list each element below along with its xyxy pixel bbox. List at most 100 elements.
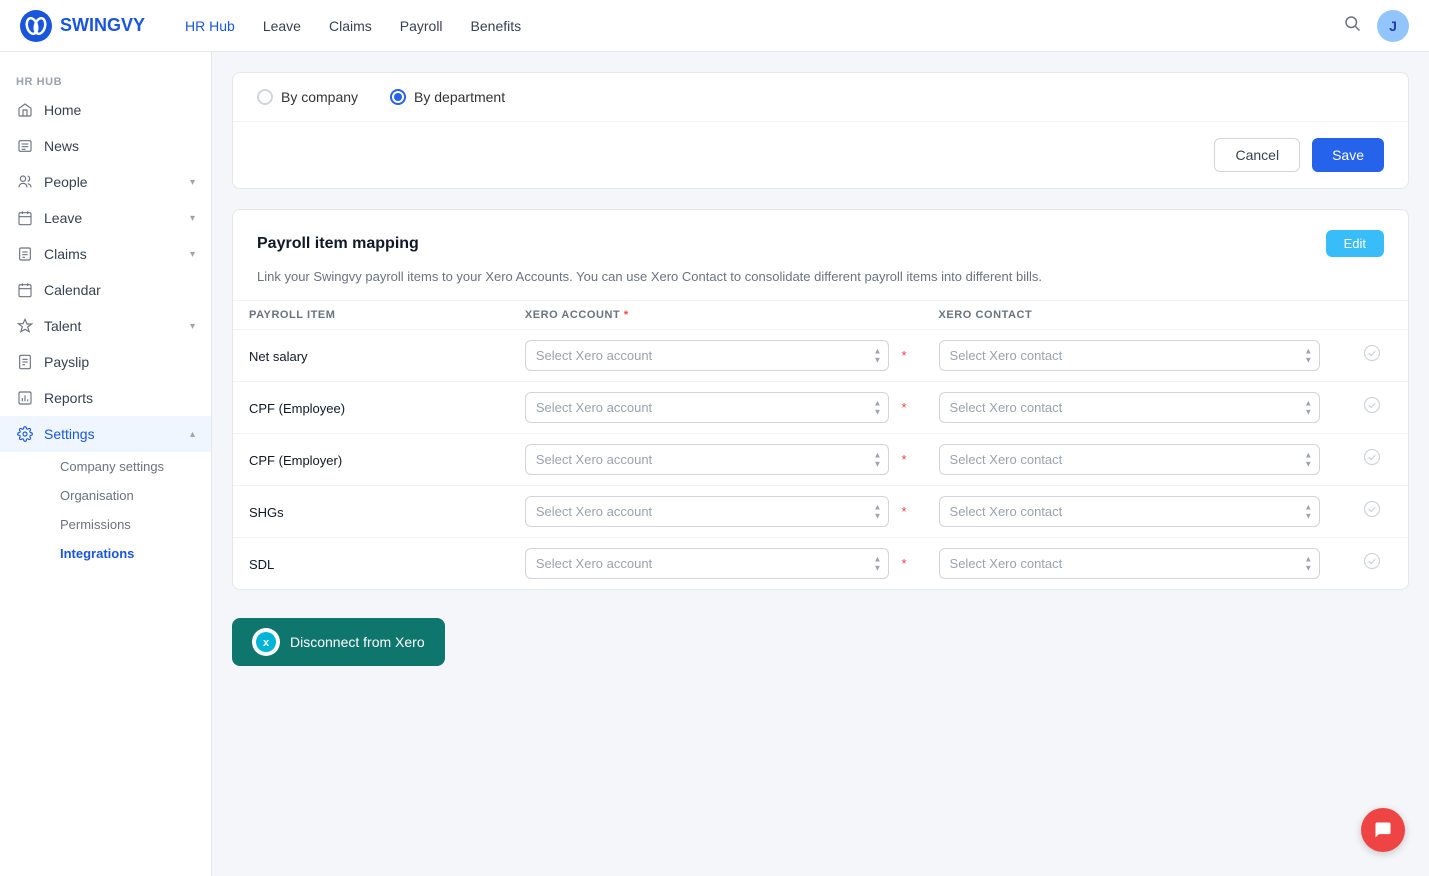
by-company-option[interactable]: By company: [257, 89, 358, 105]
payroll-mapping-card: Payroll item mapping Edit Link your Swin…: [232, 209, 1409, 590]
required-indicator: *: [901, 452, 906, 467]
sidebar-item-permissions[interactable]: Permissions: [44, 510, 211, 539]
search-button[interactable]: [1343, 14, 1361, 37]
col-header-xero-account: XERO ACCOUNT *: [509, 301, 923, 330]
news-icon: [16, 137, 34, 155]
nav-leave[interactable]: Leave: [263, 18, 301, 34]
table-row: CPF (Employee) Select Xero account ▲▼ *: [233, 382, 1408, 434]
top-nav: SWINGVY HR Hub Leave Claims Payroll Bene…: [0, 0, 1429, 52]
nav-payroll[interactable]: Payroll: [400, 18, 443, 34]
disconnect-label: Disconnect from Xero: [290, 634, 425, 650]
by-department-label: By department: [414, 89, 505, 105]
sidebar-item-integrations[interactable]: Integrations: [44, 539, 211, 568]
layout: HR HUB Home News People ▾: [0, 52, 1429, 876]
sidebar-item-reports-label: Reports: [44, 390, 93, 406]
sidebar-item-people-label: People: [44, 174, 88, 190]
sidebar-item-reports[interactable]: Reports: [0, 380, 211, 416]
people-chevron-icon: ▾: [190, 177, 195, 188]
row-check-icon: [1352, 447, 1392, 472]
sidebar-item-claims[interactable]: Claims ▾: [0, 236, 211, 272]
xero-contact-select-2[interactable]: Select Xero contact: [939, 444, 1321, 475]
xero-account-select-2[interactable]: Select Xero account: [525, 444, 890, 475]
xero-logo-icon: x: [256, 632, 276, 652]
row-check-icon: [1352, 551, 1392, 576]
required-indicator: *: [901, 400, 906, 415]
nav-benefits[interactable]: Benefits: [471, 18, 522, 34]
sidebar-item-organisation[interactable]: Organisation: [44, 481, 211, 510]
by-company-label: By company: [281, 89, 358, 105]
logo-text: SWINGVY: [60, 15, 145, 36]
sidebar-item-payslip[interactable]: Payslip: [0, 344, 211, 380]
talent-icon: [16, 317, 34, 335]
row-check-icon: [1352, 395, 1392, 420]
settings-chevron-icon: ▴: [190, 429, 195, 440]
xero-account-select-1[interactable]: Select Xero account: [525, 392, 890, 423]
by-company-radio[interactable]: [257, 89, 273, 105]
talent-chevron-icon: ▾: [190, 321, 195, 332]
settings-submenu: Company settings Organisation Permission…: [0, 452, 211, 568]
sidebar-item-news[interactable]: News: [0, 128, 211, 164]
logo[interactable]: SWINGVY: [20, 10, 145, 42]
xero-account-select-4[interactable]: Select Xero account: [525, 548, 890, 579]
mapping-title: Payroll item mapping: [257, 235, 419, 253]
svg-text:x: x: [263, 637, 270, 649]
table-row: SHGs Select Xero account ▲▼ *: [233, 486, 1408, 538]
sidebar-item-home[interactable]: Home: [0, 92, 211, 128]
mapping-header: Payroll item mapping Edit: [233, 210, 1408, 269]
xero-contact-select-1[interactable]: Select Xero contact: [939, 392, 1321, 423]
leave-chevron-icon: ▾: [190, 213, 195, 224]
mapping-description: Link your Swingvy payroll items to your …: [233, 269, 1408, 300]
xero-logo-circle: x: [252, 628, 280, 656]
by-department-radio[interactable]: [390, 89, 406, 105]
home-icon: [16, 101, 34, 119]
chat-bubble[interactable]: [1361, 808, 1405, 852]
cancel-button[interactable]: Cancel: [1214, 138, 1300, 172]
sidebar-item-company-settings[interactable]: Company settings: [44, 452, 211, 481]
sidebar-item-people[interactable]: People ▾: [0, 164, 211, 200]
payroll-item-name: CPF (Employee): [249, 401, 345, 416]
leave-icon: [16, 209, 34, 227]
avatar[interactable]: J: [1377, 10, 1409, 42]
sidebar-item-settings[interactable]: Settings ▴: [0, 416, 211, 452]
sidebar-item-calendar[interactable]: Calendar: [0, 272, 211, 308]
table-row: SDL Select Xero account ▲▼ *: [233, 538, 1408, 590]
nav-links: HR Hub Leave Claims Payroll Benefits: [185, 18, 521, 34]
sidebar-item-claims-label: Claims: [44, 246, 87, 262]
logo-icon: [20, 10, 52, 42]
reports-icon: [16, 389, 34, 407]
sidebar-item-leave-label: Leave: [44, 210, 82, 226]
xero-contact-select-4[interactable]: Select Xero contact: [939, 548, 1321, 579]
required-indicator: *: [901, 504, 906, 519]
payroll-item-name: SHGs: [249, 505, 284, 520]
nav-hr-hub[interactable]: HR Hub: [185, 18, 235, 34]
payslip-icon: [16, 353, 34, 371]
sidebar-item-talent[interactable]: Talent ▾: [0, 308, 211, 344]
claims-chevron-icon: ▾: [190, 249, 195, 260]
payroll-item-name: SDL: [249, 557, 274, 572]
sidebar-item-leave[interactable]: Leave ▾: [0, 200, 211, 236]
xero-account-select-3[interactable]: Select Xero account: [525, 496, 890, 527]
nav-claims[interactable]: Claims: [329, 18, 372, 34]
payroll-item-name: Net salary: [249, 349, 308, 364]
edit-button[interactable]: Edit: [1326, 230, 1384, 257]
by-department-option[interactable]: By department: [390, 89, 505, 105]
sidebar-item-news-label: News: [44, 138, 79, 154]
table-row: Net salary Select Xero account ▲▼ *: [233, 330, 1408, 382]
xero-account-col-label: XERO ACCOUNT: [525, 309, 620, 321]
xero-contact-select-0[interactable]: Select Xero contact: [939, 340, 1321, 371]
sidebar-item-settings-label: Settings: [44, 426, 95, 442]
disconnect-xero-button[interactable]: x Disconnect from Xero: [232, 618, 445, 666]
sidebar-item-home-label: Home: [44, 102, 81, 118]
xero-account-select-0[interactable]: Select Xero account: [525, 340, 890, 371]
xero-contact-select-3[interactable]: Select Xero contact: [939, 496, 1321, 527]
table-row: CPF (Employer) Select Xero account ▲▼ *: [233, 434, 1408, 486]
save-button[interactable]: Save: [1312, 138, 1384, 172]
col-header-xero-contact: XERO CONTACT: [923, 301, 1337, 330]
main-content: By company By department Cancel Save Pay…: [212, 52, 1429, 876]
form-action-row: Cancel Save: [233, 121, 1408, 188]
sidebar-item-calendar-label: Calendar: [44, 282, 101, 298]
search-icon: [1343, 14, 1361, 32]
claims-icon: [16, 245, 34, 263]
sidebar-item-talent-label: Talent: [44, 318, 81, 334]
sidebar: HR HUB Home News People ▾: [0, 52, 212, 876]
